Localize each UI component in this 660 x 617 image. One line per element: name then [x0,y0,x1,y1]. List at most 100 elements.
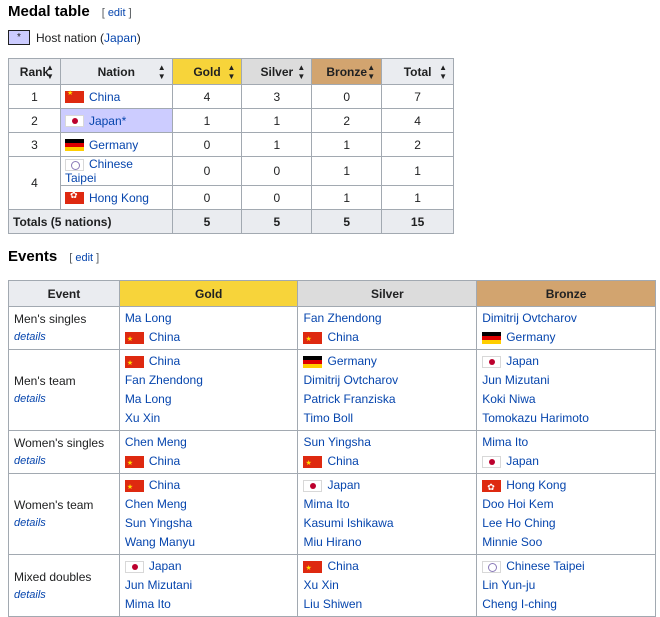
bronze-cell: Hong Kong Doo Hoi Kem Lee Ho Ching Minni… [476,473,656,555]
player-link[interactable]: Chen Meng [125,495,187,514]
player-link[interactable]: Mima Ito [482,433,528,452]
country-link[interactable]: China [327,328,358,347]
medal-table-title: Medal table [8,3,90,20]
event-cell: Women's team details [8,473,120,555]
country-link[interactable]: China [149,352,180,371]
player-link[interactable]: Fan Zhendong [303,309,381,328]
host-note-japan-link[interactable]: Japan [104,31,137,45]
bronze-cell: 1 [311,156,383,186]
china-flag-icon [303,559,323,578]
country-link[interactable]: China [327,557,358,576]
silver-cell: China Xu Xin Liu Shiwen [297,554,478,617]
player-link[interactable]: Xu Xin [303,576,338,595]
silver-cell: Fan Zhendong China [297,306,478,350]
player-link[interactable]: Chen Meng [125,433,187,452]
sort-icon[interactable]: ▲ ▼ [158,63,166,81]
china-flag-icon [303,454,323,473]
sort-icon[interactable]: ▲ ▼ [228,63,236,81]
player-link[interactable]: Mima Ito [303,495,349,514]
player-link[interactable]: Lin Yun-ju [482,576,535,595]
totals-label: Totals (5 nations) [8,209,173,234]
sort-icon[interactable]: ▲ ▼ [46,63,54,81]
table-row: Hong Kong 0 0 1 1 [9,185,454,210]
medal-table: Rank ▲ ▼ Nation ▲ ▼ Gold ▲ ▼ Silver ▲ ▼ Bronze ▲ ▼… [8,58,454,234]
host-note-suffix: ) [136,30,141,45]
event-name: Mixed doubles [14,569,92,584]
germany-flag-icon [303,355,323,368]
player-link[interactable]: Wang Manyu [125,533,195,552]
country-link[interactable]: China [149,476,180,495]
bronze-cell: 0 [311,84,383,109]
header-rank[interactable]: Rank ▲ ▼ [8,58,61,85]
country-link[interactable]: Germany [327,352,376,371]
country-link[interactable]: Japan [327,476,360,495]
details-link[interactable]: details [14,452,114,470]
host-nation-note: * Host nation (Japan) [8,30,141,45]
nation-link[interactable]: Germany [89,138,138,152]
player-link[interactable]: Tomokazu Harimoto [482,409,589,428]
nation-cell: Chinese Taipei [59,156,173,186]
host-marker-box: * [8,30,30,45]
header-gold[interactable]: Gold ▲ ▼ [171,58,243,85]
nation-link[interactable]: Japan* [89,114,126,128]
player-link[interactable]: Fan Zhendong [125,371,203,390]
details-link[interactable]: details [14,586,114,604]
player-link[interactable]: Doo Hoi Kem [482,495,553,514]
header-silver[interactable]: Silver ▲ ▼ [241,58,313,85]
country-link[interactable]: China [149,328,180,347]
nation-link[interactable]: Hong Kong [89,191,149,205]
country-link[interactable]: China [149,452,180,471]
player-link[interactable]: Lee Ho Ching [482,514,555,533]
player-link[interactable]: Dimitrij Ovtcharov [482,309,577,328]
player-link[interactable]: Jun Mizutani [125,576,192,595]
header-total[interactable]: Total ▲ ▼ [381,58,454,85]
country-link[interactable]: Hong Kong [506,476,566,495]
country-link[interactable]: China [327,452,358,471]
china-flag-icon [124,354,144,373]
player-link[interactable]: Dimitrij Ovtcharov [303,371,398,390]
sort-icon[interactable]: ▲ ▼ [439,63,447,81]
country-link[interactable]: Japan [506,452,539,471]
table-row: 4 Chinese Taipei 0 0 1 1 [8,156,454,210]
player-link[interactable]: Jun Mizutani [482,371,549,390]
total-cell: 1 [381,185,454,210]
totals-total: 15 [381,209,454,234]
player-link[interactable]: Koki Niwa [482,390,535,409]
details-link[interactable]: details [14,390,114,408]
player-link[interactable]: Timo Boll [303,409,353,428]
nation-link[interactable]: China [89,90,120,104]
country-link[interactable]: Japan [149,557,182,576]
header-nation[interactable]: Nation ▲ ▼ [59,58,173,85]
totals-silver: 5 [241,209,313,234]
player-link[interactable]: Minnie Soo [482,533,542,552]
sort-icon[interactable]: ▲ ▼ [367,63,375,81]
medal-table-heading: Medal table [ edit ] [8,3,132,20]
japan-flag-icon [124,560,144,573]
silver-cell: 1 [241,108,313,133]
gold-cell: China Fan Zhendong Ma Long Xu Xin [118,349,299,431]
details-link[interactable]: details [14,514,114,532]
player-link[interactable]: Ma Long [125,309,172,328]
country-link[interactable]: Chinese Taipei [506,557,585,576]
silver-cell: 1 [241,132,313,157]
bronze-cell: 1 [311,132,383,157]
header-bronze[interactable]: Bronze ▲ ▼ [311,58,383,85]
details-link[interactable]: details [14,328,114,346]
player-link[interactable]: Patrick Franziska [303,390,395,409]
player-link[interactable]: Sun Yingsha [303,433,370,452]
player-link[interactable]: Sun Yingsha [125,514,192,533]
events-edit-link[interactable]: edit [75,252,93,264]
player-link[interactable]: Xu Xin [125,409,160,428]
gold-cell: 4 [171,84,243,109]
bronze-cell: Chinese Taipei Lin Yun-ju Cheng I-ching [476,554,656,617]
sort-icon[interactable]: ▲ ▼ [297,63,305,81]
player-link[interactable]: Miu Hirano [303,533,361,552]
country-link[interactable]: Japan [506,352,539,371]
player-link[interactable]: Ma Long [125,390,172,409]
player-link[interactable]: Liu Shiwen [303,595,362,614]
medal-edit-link[interactable]: edit [108,7,126,19]
player-link[interactable]: Mima Ito [125,595,171,614]
country-link[interactable]: Germany [506,328,555,347]
player-link[interactable]: Cheng I-ching [482,595,557,614]
player-link[interactable]: Kasumi Ishikawa [303,514,393,533]
